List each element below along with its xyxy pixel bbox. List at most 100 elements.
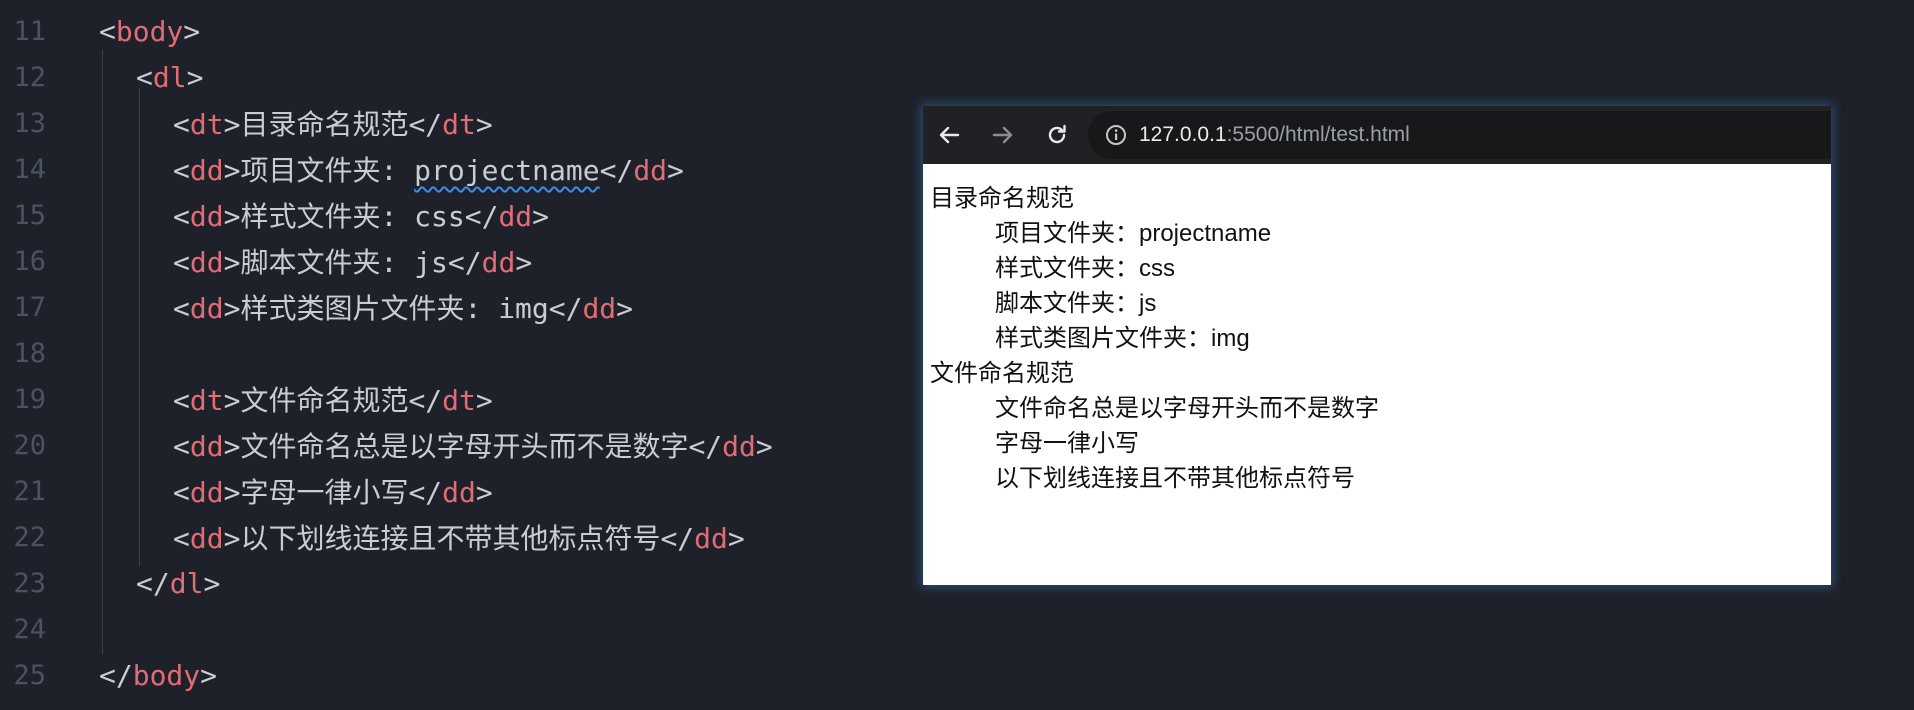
code-text: <dd>文件命名总是以字母开头而不是数字</dd> bbox=[173, 425, 773, 465]
definition-description: 文件命名总是以字母开头而不是数字 bbox=[995, 395, 1379, 422]
indent-guide-dl bbox=[139, 88, 140, 566]
tag-name: dd bbox=[633, 154, 668, 187]
code-token: > bbox=[223, 384, 241, 417]
code-text: <dd>样式类图片文件夹: img</dd> bbox=[173, 287, 633, 327]
code-token: > bbox=[616, 292, 634, 325]
code-token: < bbox=[173, 154, 190, 187]
address-bar[interactable]: 127.0.0.1:5500/html/test.html bbox=[1088, 111, 1831, 159]
line-number: 15 bbox=[13, 199, 46, 231]
code-token: > bbox=[200, 658, 218, 692]
code-token: < bbox=[173, 522, 190, 555]
code-text: <dd>样式文件夹: css</dd> bbox=[173, 195, 549, 235]
code-token: > bbox=[727, 522, 745, 555]
forward-button[interactable] bbox=[991, 123, 1015, 147]
code-token: </ bbox=[464, 200, 499, 233]
definition-description: 字母一律小写 bbox=[995, 430, 1139, 457]
definition-description: 样式文件夹：css bbox=[995, 255, 1175, 282]
indent-guide-body bbox=[102, 50, 103, 654]
code-token: < bbox=[99, 14, 116, 48]
code-token: 文件命名规范 bbox=[240, 384, 409, 417]
info-icon[interactable] bbox=[1105, 124, 1127, 146]
code-line[interactable]: 11 <body> bbox=[0, 8, 1914, 54]
code-token: > bbox=[755, 430, 773, 463]
tag-name: dd bbox=[498, 200, 533, 233]
line-number: 16 bbox=[13, 245, 46, 277]
code-token: </ bbox=[408, 108, 443, 141]
tag-name: dd bbox=[582, 292, 617, 325]
code-token: > bbox=[223, 476, 241, 509]
code-token: 文件命名总是以字母开头而不是数字 bbox=[240, 430, 689, 463]
code-token: > bbox=[532, 200, 550, 233]
url-host: 127.0.0.1 bbox=[1139, 123, 1227, 146]
tag-name: dd bbox=[442, 476, 476, 509]
code-token: > bbox=[475, 476, 493, 509]
code-token: 以下划线连接且不带其他标点符号 bbox=[240, 522, 661, 555]
code-token: > bbox=[223, 200, 241, 233]
tag-name: dd bbox=[189, 430, 224, 463]
reload-icon bbox=[1048, 124, 1066, 144]
tag-name: dt bbox=[442, 108, 476, 141]
back-button[interactable] bbox=[937, 123, 961, 147]
code-token: </ bbox=[447, 246, 482, 279]
code-token: < bbox=[173, 200, 190, 233]
code-line[interactable]: 24 bbox=[0, 606, 1914, 652]
code-token: 样式类图片文件夹: img bbox=[240, 292, 549, 325]
code-token: > bbox=[223, 430, 241, 463]
code-text: <dt>目录命名规范</dt> bbox=[173, 103, 493, 143]
line-number: 13 bbox=[13, 107, 46, 139]
code-token: </ bbox=[660, 522, 695, 555]
code-token: < bbox=[173, 430, 190, 463]
line-number: 25 bbox=[13, 659, 46, 691]
definition-description: 脚本文件夹：js bbox=[995, 290, 1157, 317]
tag-name: dd bbox=[694, 522, 728, 555]
code-token: > bbox=[475, 384, 493, 417]
reload-button[interactable] bbox=[1045, 123, 1069, 147]
code-token: > bbox=[203, 566, 221, 600]
code-token: < bbox=[173, 384, 190, 417]
line-number: 17 bbox=[13, 291, 46, 323]
code-token: > bbox=[183, 14, 201, 48]
code-token: > bbox=[223, 108, 241, 141]
definition-term: 文件命名规范 bbox=[930, 360, 1074, 387]
tag-name: dt bbox=[189, 384, 224, 417]
code-token: </ bbox=[136, 566, 170, 600]
code-text: <body> bbox=[99, 15, 200, 48]
code-line[interactable]: 25 </body> bbox=[0, 652, 1914, 698]
line-number: 20 bbox=[13, 429, 46, 461]
tag-name: body bbox=[132, 658, 201, 692]
url-path: :5500/html/test.html bbox=[1226, 123, 1410, 146]
code-token: > bbox=[223, 522, 241, 555]
code-token: > bbox=[475, 108, 493, 141]
line-number: 24 bbox=[13, 613, 46, 645]
code-text: <dd>字母一律小写</dd> bbox=[173, 471, 493, 511]
code-text: </dl> bbox=[136, 567, 220, 600]
tag-name: dd bbox=[481, 246, 516, 279]
code-token: 目录命名规范 bbox=[240, 108, 409, 141]
code-token: < bbox=[173, 292, 190, 325]
code-line[interactable]: 12 <dl> bbox=[0, 54, 1914, 100]
line-number: 11 bbox=[13, 15, 46, 47]
code-token: > bbox=[223, 292, 241, 325]
line-number: 23 bbox=[13, 567, 46, 599]
definition-description: 样式类图片文件夹：img bbox=[995, 325, 1250, 352]
rendered-page: 目录命名规范 项目文件夹：projectname 样式文件夹：css 脚本文件夹：js… bbox=[923, 164, 1831, 585]
tag-name: dd bbox=[189, 246, 224, 279]
code-text: <dl> bbox=[136, 61, 203, 94]
code-token: > bbox=[223, 246, 241, 279]
tag-name: body bbox=[115, 14, 184, 48]
arrow-right-icon bbox=[992, 126, 1013, 144]
code-token: < bbox=[173, 476, 190, 509]
line-number: 19 bbox=[13, 383, 46, 415]
tag-name: dd bbox=[722, 430, 756, 463]
browser-toolbar: 127.0.0.1:5500/html/test.html bbox=[923, 106, 1831, 164]
line-number: 12 bbox=[13, 61, 46, 93]
code-token: </ bbox=[599, 154, 634, 187]
code-token: 项目文件夹: bbox=[240, 154, 415, 187]
tag-name: dl bbox=[169, 566, 204, 600]
code-token: > bbox=[667, 154, 684, 187]
definition-description: 以下划线连接且不带其他标点符号 bbox=[995, 465, 1355, 492]
line-number: 14 bbox=[13, 153, 46, 185]
spellcheck-flagged-word: projectname bbox=[414, 154, 600, 187]
code-token: > bbox=[515, 246, 533, 279]
definition-description: 项目文件夹：projectname bbox=[995, 220, 1272, 247]
